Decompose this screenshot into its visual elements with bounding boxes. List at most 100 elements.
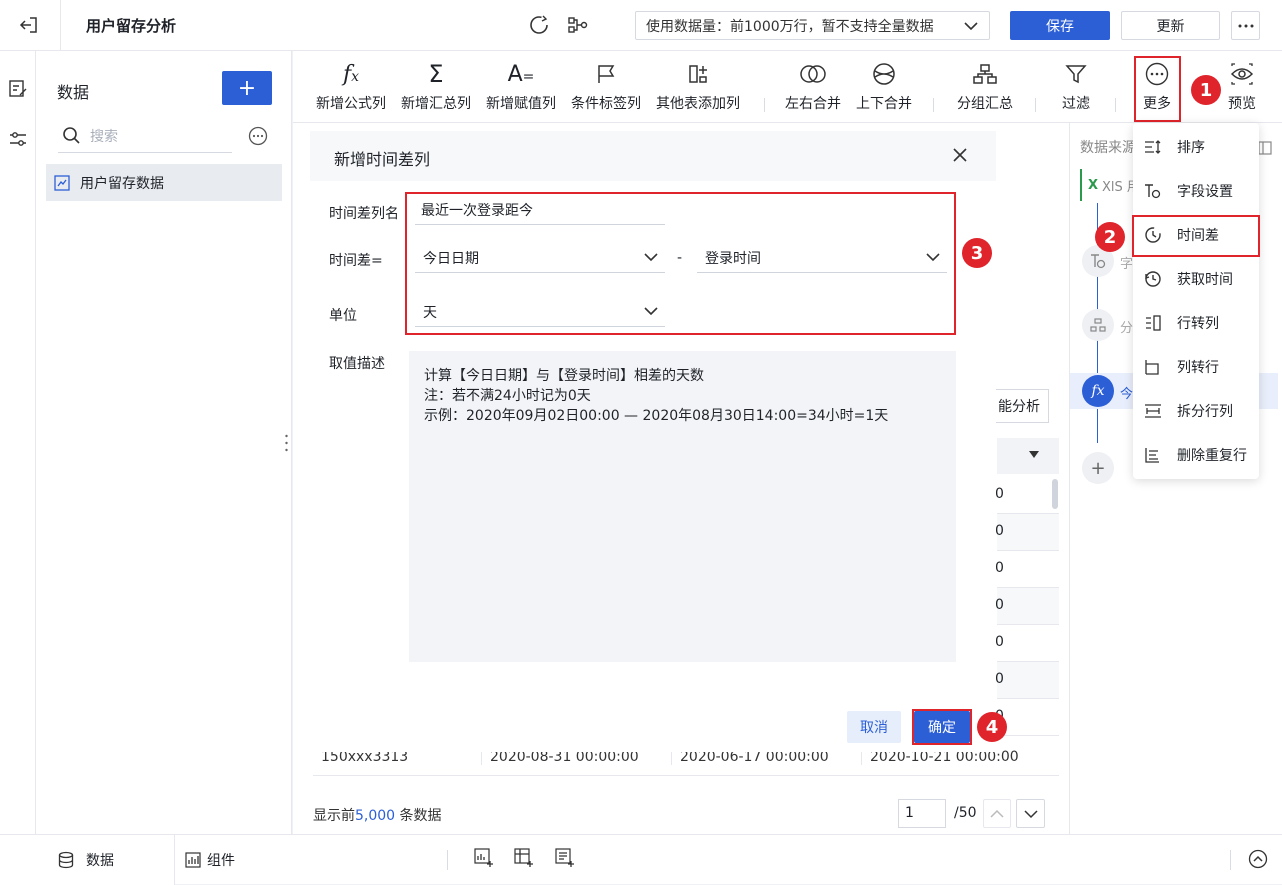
table-cell: 0 [995,662,1059,699]
col-to-row-icon [1144,359,1162,375]
tool-formula-column[interactable]: fx 新增公式列 [313,59,389,119]
table-header-cell[interactable] [997,438,1059,474]
divider [1230,850,1231,870]
bar-chart-icon [185,852,201,868]
merge-lr-icon [782,59,844,89]
dialog-title: 新增时间差列 [334,150,431,169]
sidebar-item-user-retention[interactable]: 用户留存数据 [46,164,282,201]
menu-item-row-to-col[interactable]: 行转列 [1133,305,1259,341]
tab-component[interactable]: 组件 [185,835,235,885]
group-step-icon[interactable] [1082,309,1114,341]
step-label: 分 [1120,321,1134,336]
page-total: /50 [954,805,977,821]
tool-summary-column[interactable]: Σ 新增汇总列 [398,59,474,119]
caret-down-icon [1029,451,1039,459]
add-data-button[interactable]: + [222,71,272,105]
search-input[interactable]: 搜索 [58,121,232,153]
flag-icon [568,59,644,89]
expand-up-icon[interactable] [1248,849,1268,869]
step-label: 今 [1120,387,1134,402]
divider [60,0,61,51]
row-to-col-icon [1144,315,1162,331]
settings-sliders-icon[interactable] [8,129,28,149]
cell-text: 0 [995,597,1004,613]
menu-item-label: 行转列 [1177,316,1219,332]
update-button[interactable]: 更新 [1121,11,1220,40]
menu-item-col-to-row[interactable]: 列转行 [1133,349,1259,385]
excel-icon: X [1088,177,1099,193]
exit-icon[interactable] [18,14,40,36]
desc-label: 取值描述 [329,356,385,372]
tool-label: 新增汇总列 [401,96,471,112]
menu-item-split[interactable]: 拆分行列 [1133,393,1259,429]
tool-label: 条件标签列 [571,96,641,112]
ellipsis-icon [1238,24,1253,27]
tool-preview[interactable]: 预览 [1222,59,1262,119]
footer-prefix: 显示前 [313,808,355,824]
add-chart-icon[interactable] [474,848,494,868]
add-text-icon[interactable] [555,848,575,868]
search-icon [62,126,80,144]
resize-handle[interactable] [285,433,288,453]
dedupe-icon [1144,447,1162,463]
tool-condition-tag-column[interactable]: 条件标签列 [568,59,644,119]
tool-label: 过滤 [1062,96,1090,112]
menu-item-sort[interactable]: 排序 [1133,129,1259,165]
page-input[interactable]: 1 [898,799,946,828]
table-column-strip: 0 0 0 0 0 0 0 [995,477,1059,738]
refresh-icon[interactable] [528,14,550,36]
divider [933,98,934,112]
table-footer-text: 显示前5,000 条数据 [313,805,442,825]
highlight-time-diff [1132,215,1260,257]
highlight-fields [405,192,956,335]
prev-page-button[interactable] [983,799,1011,828]
collapse-icon[interactable] [1258,141,1272,155]
eye-icon [1222,59,1262,89]
fx-icon: fx [342,61,360,87]
more-circle-icon[interactable] [248,126,268,146]
tool-merge-up-down[interactable]: 上下合并 [853,59,915,119]
left-rail [0,51,36,834]
menu-item-label: 删除重复行 [1177,448,1247,464]
tool-label: 左右合并 [785,96,841,112]
tool-label: 新增公式列 [316,96,386,112]
menu-item-dedupe[interactable]: 删除重复行 [1133,437,1259,473]
smart-analysis-button[interactable]: 能分析 [993,389,1049,423]
next-page-button[interactable] [1016,799,1045,828]
dataset-icon [54,174,70,191]
more-options-button[interactable] [1231,11,1260,40]
divider [1035,98,1036,112]
tool-group-summary[interactable]: 分组汇总 [953,59,1017,119]
assign-icon: A= [507,61,535,87]
top-bar: 用户留存分析 使用数据量：前1000万行，暂不支持全量数据 保存 更新 [0,0,1282,51]
add-step-button[interactable]: + [1082,452,1114,484]
sidebar-item-label: 用户留存数据 [80,175,164,192]
save-button[interactable]: 保存 [1010,11,1110,40]
divider [447,850,448,870]
add-table-icon[interactable] [514,848,534,868]
close-icon[interactable] [952,147,968,163]
chevron-down-icon [1023,809,1038,818]
table-cell: 0 [995,477,1059,514]
menu-item-label: 字段设置 [1177,184,1233,200]
tool-assign-column[interactable]: A= 新增赋值列 [483,59,559,119]
step-badge-4: 4 [977,712,1007,742]
tab-label: 组件 [207,853,235,869]
lineage-icon[interactable] [567,14,589,36]
data-volume-select[interactable]: 使用数据量：前1000万行，暂不支持全量数据 [635,11,990,40]
description-box: 计算【今日日期】与【登录时间】相差的天数 注：若不满24小时记为0天 示例：20… [409,351,956,662]
tool-other-table-column[interactable]: 其他表添加列 [653,59,743,119]
group-icon [953,59,1017,89]
tool-merge-left-right[interactable]: 左右合并 [782,59,844,119]
data-edit-icon[interactable] [8,79,28,99]
page-title: 用户留存分析 [86,17,177,35]
cancel-button[interactable]: 取消 [847,711,901,743]
tab-data[interactable]: 数据 [0,835,174,885]
tool-filter[interactable]: 过滤 [1056,59,1096,119]
tool-label: 其他表添加列 [656,96,740,112]
sort-icon [1144,139,1162,155]
cell-text: 0 [995,523,1004,539]
menu-item-get-time[interactable]: 获取时间 [1133,261,1259,297]
menu-item-field-settings[interactable]: 字段设置 [1133,173,1259,209]
desc-line: 计算【今日日期】与【登录时间】相差的天数 [424,368,704,384]
